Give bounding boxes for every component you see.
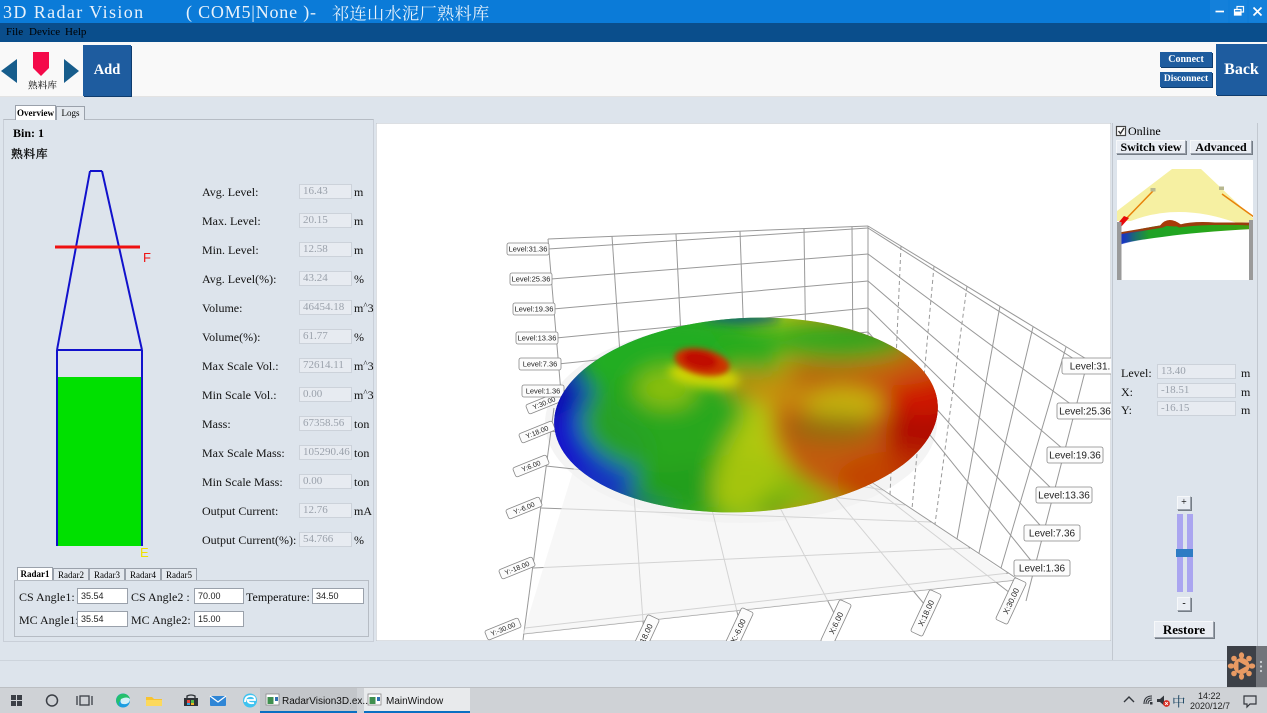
svg-text:3D Radar Vision: 3D Radar Vision [3,2,145,22]
svg-text:Level:7.36: Level:7.36 [523,360,558,369]
svg-text:F: F [143,250,151,265]
svg-text:14:22: 14:22 [1198,691,1221,701]
svg-text:Level:31.: Level:31. [1070,362,1111,373]
svg-text:Level:13.36: Level:13.36 [518,334,557,343]
svg-text:Level:1.36: Level:1.36 [526,387,561,396]
svg-text:Level:1.36: Level:1.36 [1019,564,1066,575]
svg-text:Level:19.36: Level:19.36 [515,305,554,314]
svg-text:E: E [140,545,149,560]
svg-text:Level:19.36: Level:19.36 [1049,451,1101,462]
svg-text:RadarVision3D.ex...: RadarVision3D.ex... [282,696,371,707]
svg-text:Level:25.36: Level:25.36 [1059,407,1111,418]
svg-text:( COM5|None )-: ( COM5|None )- [186,2,317,23]
svg-text:Level:25.36: Level:25.36 [512,275,551,284]
svg-text:Level:7.36: Level:7.36 [1029,529,1076,540]
svg-text:Online: Online [1128,125,1161,137]
svg-text:MainWindow: MainWindow [386,696,444,707]
svg-text:Level:13.36: Level:13.36 [1038,491,1090,502]
svg-text:Level:31.36: Level:31.36 [509,245,548,254]
svg-text:2020/12/7: 2020/12/7 [1190,701,1230,711]
